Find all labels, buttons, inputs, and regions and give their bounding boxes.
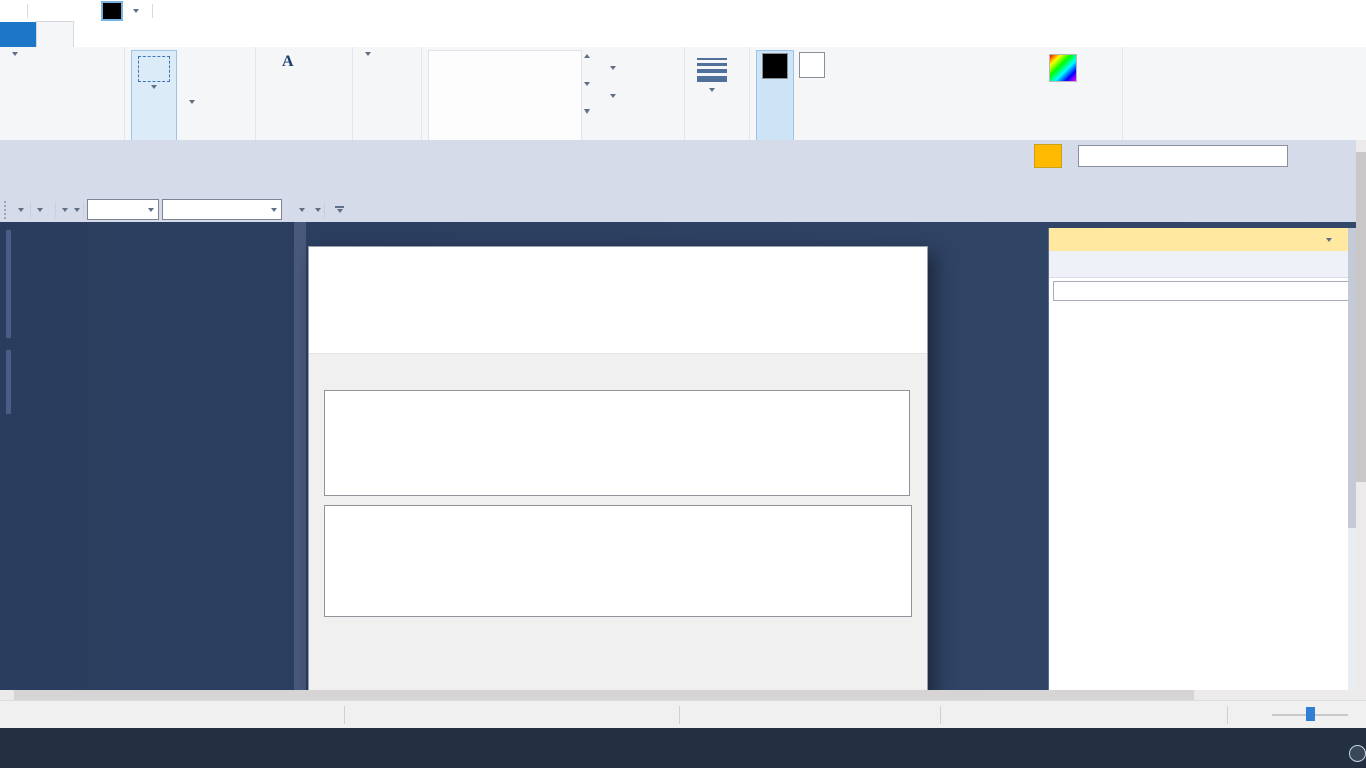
model-options-box: [324, 390, 910, 496]
tab-file[interactable]: [0, 22, 36, 47]
sign-in-link[interactable]: [1300, 172, 1316, 197]
vs-window: [0, 140, 1356, 690]
paint-titlebar: [0, 0, 1366, 22]
size-button[interactable]: [691, 50, 733, 142]
notification-filter-icon[interactable]: [1034, 144, 1062, 168]
shapes-scroll-down[interactable]: [584, 82, 590, 86]
brushes-button[interactable]: [359, 50, 377, 142]
volume-icon[interactable]: [1294, 736, 1318, 760]
taskbar: [0, 728, 1366, 768]
vs-restore-button[interactable]: [1322, 145, 1356, 167]
current-color-swatch: [101, 1, 123, 21]
cut-button[interactable]: [24, 56, 36, 76]
paste-button[interactable]: [6, 50, 24, 142]
save-button[interactable]: [33, 1, 55, 21]
platform-combo[interactable]: [162, 199, 282, 220]
solution-explorer-search[interactable]: [1053, 281, 1349, 301]
text-tool[interactable]: A: [282, 54, 294, 70]
toolbar-overflow[interactable]: [335, 206, 344, 213]
vs-minimize-button[interactable]: [1288, 145, 1322, 167]
rotate-button[interactable]: [177, 92, 199, 112]
color1-swatch: [762, 53, 788, 79]
configuration-combo[interactable]: [87, 199, 159, 220]
maximize-button[interactable]: [1276, 0, 1321, 22]
zoom-slider-thumb[interactable]: [1306, 707, 1315, 721]
minimize-button[interactable]: [1231, 0, 1276, 22]
copy-button[interactable]: [24, 76, 36, 96]
solution-explorer-scrollbar-thumb[interactable]: [1348, 228, 1356, 528]
wizard-dialog: [308, 246, 928, 690]
wizard-body: [309, 353, 927, 690]
toolbox-tab[interactable]: [6, 350, 17, 414]
solution-tree: [1049, 306, 1349, 690]
tab-home[interactable]: [36, 21, 74, 47]
paint-tab-bar: [0, 22, 1366, 47]
wifi-icon[interactable]: [1264, 736, 1288, 760]
color-palette: [830, 50, 1036, 142]
tab-view[interactable]: [74, 22, 110, 47]
notification-badge: [1349, 745, 1366, 762]
vs-titlebar: [0, 140, 1356, 172]
qat-customize-button[interactable]: [125, 1, 147, 21]
wizard-close-icon[interactable]: [895, 249, 921, 273]
solution-explorer-panel: [1048, 228, 1356, 690]
paint-statusbar: [0, 700, 1366, 729]
system-tray: [1204, 728, 1366, 768]
select-button[interactable]: [131, 50, 177, 142]
start-debug-button[interactable]: [285, 208, 309, 212]
paint-ribbon: A .: [0, 47, 1366, 141]
canvas-vscroll-thumb[interactable]: [1356, 152, 1366, 482]
shapes-grid: [428, 50, 582, 142]
shapes-more[interactable]: [584, 109, 590, 114]
redo-button[interactable]: [77, 1, 99, 21]
vs-toolbar: [0, 197, 1356, 222]
action-center-icon[interactable]: [1338, 736, 1362, 760]
zoom-slider[interactable]: [1272, 707, 1348, 723]
color2-swatch: [799, 52, 825, 78]
close-button[interactable]: [1321, 0, 1366, 22]
option-description: [324, 505, 912, 617]
outline-button[interactable]: [598, 58, 620, 78]
edit-with-paint3d-button[interactable]: [1129, 50, 1199, 142]
quick-launch-input[interactable]: [1078, 145, 1288, 167]
select-icon: [138, 56, 170, 82]
edit-colors-icon: [1049, 54, 1077, 82]
undo-button[interactable]: [55, 1, 77, 21]
canvas-hscroll-thumb[interactable]: [14, 690, 1194, 700]
battery-icon[interactable]: [1234, 736, 1258, 760]
solution-explorer-toolbar: [1049, 251, 1356, 278]
wizard-titlebar: [309, 247, 927, 275]
server-explorer-tab[interactable]: [6, 230, 17, 338]
screen: A .: [0, 0, 1366, 768]
edit-colors-button[interactable]: [1036, 50, 1090, 142]
resize-button[interactable]: [177, 72, 199, 92]
paint-canvas[interactable]: [0, 140, 1356, 690]
crop-button[interactable]: [177, 52, 199, 72]
shapes-scroll-up[interactable]: [584, 54, 590, 58]
fill-button[interactable]: [598, 86, 620, 106]
solution-explorer-header[interactable]: [1049, 228, 1356, 251]
color2-button[interactable]: [794, 50, 830, 142]
paint-app-icon: [0, 1, 22, 21]
workspace-scroll-strip: [294, 222, 306, 690]
size-icon: [697, 52, 727, 88]
database-plug-icon: [321, 279, 377, 337]
vs-menubar: [0, 172, 1356, 197]
window-position-icon[interactable]: [1326, 238, 1332, 242]
toolbar-drag-handle[interactable]: [4, 201, 10, 219]
wizard-header: [309, 275, 927, 353]
color1-button[interactable]: [756, 50, 794, 142]
tray-expand-icon[interactable]: [1204, 736, 1228, 760]
